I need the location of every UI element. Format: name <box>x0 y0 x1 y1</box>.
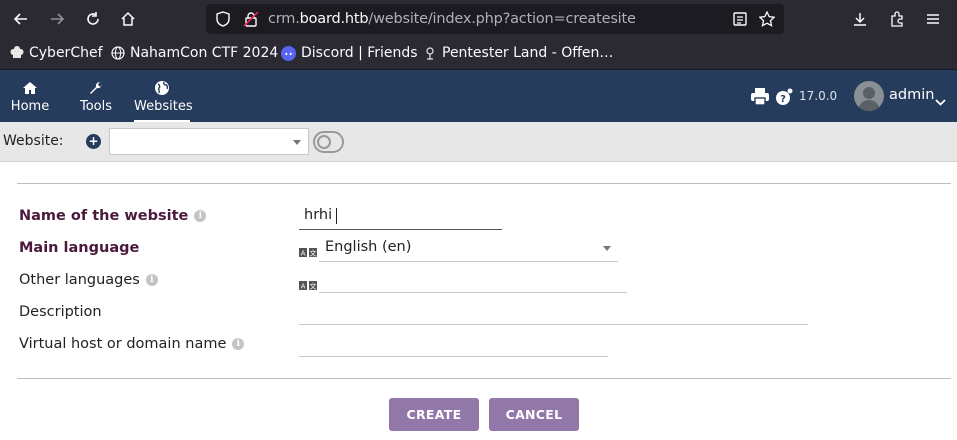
url-prefix: crm. <box>268 11 300 27</box>
info-icon: i <box>232 338 245 350</box>
website-toggle[interactable] <box>313 131 344 153</box>
bookmark-label: Discord | Friends <box>301 45 418 61</box>
add-website-icon[interactable]: + <box>86 134 101 149</box>
menu-icon[interactable] <box>920 6 946 32</box>
reader-view-icon[interactable] <box>732 11 748 27</box>
website-name-input[interactable]: hrhi <box>299 205 502 230</box>
virtual-host-input[interactable] <box>299 332 608 357</box>
app-header: Home Tools Websites ? 17.0.0 admin <box>0 70 957 122</box>
bookmark-star-icon[interactable] <box>758 10 776 27</box>
cancel-button[interactable]: CANCEL <box>489 398 579 431</box>
divider <box>17 183 951 184</box>
tracking-shield-icon[interactable] <box>215 11 231 27</box>
other-languages-input[interactable] <box>319 268 627 293</box>
bookmark-label: NahamCon CTF 2024 <box>130 45 279 61</box>
avatar[interactable] <box>854 81 884 111</box>
info-icon: i <box>194 210 207 222</box>
svg-text:文: 文 <box>310 249 317 258</box>
reload-icon[interactable] <box>80 6 106 32</box>
chevron-down-icon <box>603 246 611 251</box>
toggle-knob <box>317 135 331 149</box>
menu-tools[interactable]: Tools <box>74 70 118 122</box>
main-language-value: English (en) <box>325 239 412 255</box>
chef-hat-icon <box>9 46 24 61</box>
chevron-down-icon[interactable] <box>935 92 946 106</box>
virtual-host-label: Virtual host or domain name i <box>19 336 245 352</box>
extensions-icon[interactable] <box>884 6 910 32</box>
svg-text:A: A <box>301 250 306 258</box>
main-language-label: Main language <box>19 240 140 256</box>
pentester-land-icon <box>422 46 437 61</box>
menu-label: Home <box>10 99 50 114</box>
version-label: 17.0.0 <box>799 89 838 103</box>
language-icon: A文 <box>299 242 317 258</box>
printer-icon[interactable] <box>751 88 769 106</box>
bookmark-pentester-land[interactable]: Pentester Land - Offen… <box>422 45 613 61</box>
name-label-text: Name of the website <box>19 208 189 224</box>
menu-websites[interactable]: Websites <box>134 70 193 122</box>
name-label: Name of the website i <box>19 208 207 224</box>
forward-icon[interactable] <box>44 6 70 32</box>
create-button[interactable]: CREATE <box>389 398 479 431</box>
globe-icon <box>154 80 170 96</box>
url-path: /website/index.php?action=createsite <box>368 11 636 27</box>
wrench-icon <box>88 80 104 96</box>
svg-text:?: ? <box>780 94 786 105</box>
website-label: Website: <box>3 133 64 149</box>
svg-text:文: 文 <box>310 282 317 291</box>
language-icon: A文 <box>299 275 317 291</box>
description-input[interactable] <box>299 300 808 325</box>
menu-label: Tools <box>79 99 113 114</box>
other-languages-label-text: Other languages <box>19 272 140 288</box>
menu-home[interactable]: Home <box>8 70 52 122</box>
divider <box>17 378 951 379</box>
bookmark-discord[interactable]: Discord | Friends <box>281 45 418 61</box>
bookmark-nahamcon[interactable]: NahamCon CTF 2024 <box>110 45 278 61</box>
bookmark-label: Pentester Land - Offen… <box>442 45 614 61</box>
main-language-select[interactable]: English (en) <box>319 235 618 262</box>
virtual-host-label-text: Virtual host or domain name <box>19 336 227 352</box>
text-cursor <box>336 208 337 224</box>
other-languages-label: Other languages i <box>19 272 158 288</box>
insecure-lock-icon[interactable] <box>243 11 259 27</box>
bookmarks-bar: CyberChef NahamCon CTF 2024 Discord | Fr… <box>0 38 957 70</box>
home-icon[interactable] <box>115 6 141 32</box>
chevron-down-icon <box>293 140 301 145</box>
description-label: Description <box>19 304 102 320</box>
svg-text:A: A <box>301 283 306 291</box>
bookmark-label: CyberChef <box>29 45 103 61</box>
globe-icon <box>110 46 125 61</box>
website-name-value: hrhi <box>304 207 333 223</box>
discord-icon <box>281 45 296 61</box>
menu-label: Websites <box>134 99 193 114</box>
url-text[interactable]: crm.board.htb/website/index.php?action=c… <box>268 11 636 27</box>
url-bar[interactable]: crm.board.htb/website/index.php?action=c… <box>206 4 784 34</box>
url-host: board.htb <box>299 11 369 27</box>
info-icon: i <box>145 274 158 286</box>
downloads-icon[interactable] <box>847 6 873 32</box>
username[interactable]: admin <box>889 87 934 103</box>
bookmark-cyberchef[interactable]: CyberChef <box>9 45 103 61</box>
browser-toolbar: crm.board.htb/website/index.php?action=c… <box>0 0 957 38</box>
website-select[interactable] <box>109 128 309 155</box>
back-icon[interactable] <box>8 6 34 32</box>
help-icon[interactable]: ? <box>775 88 793 106</box>
home-icon <box>22 80 38 96</box>
